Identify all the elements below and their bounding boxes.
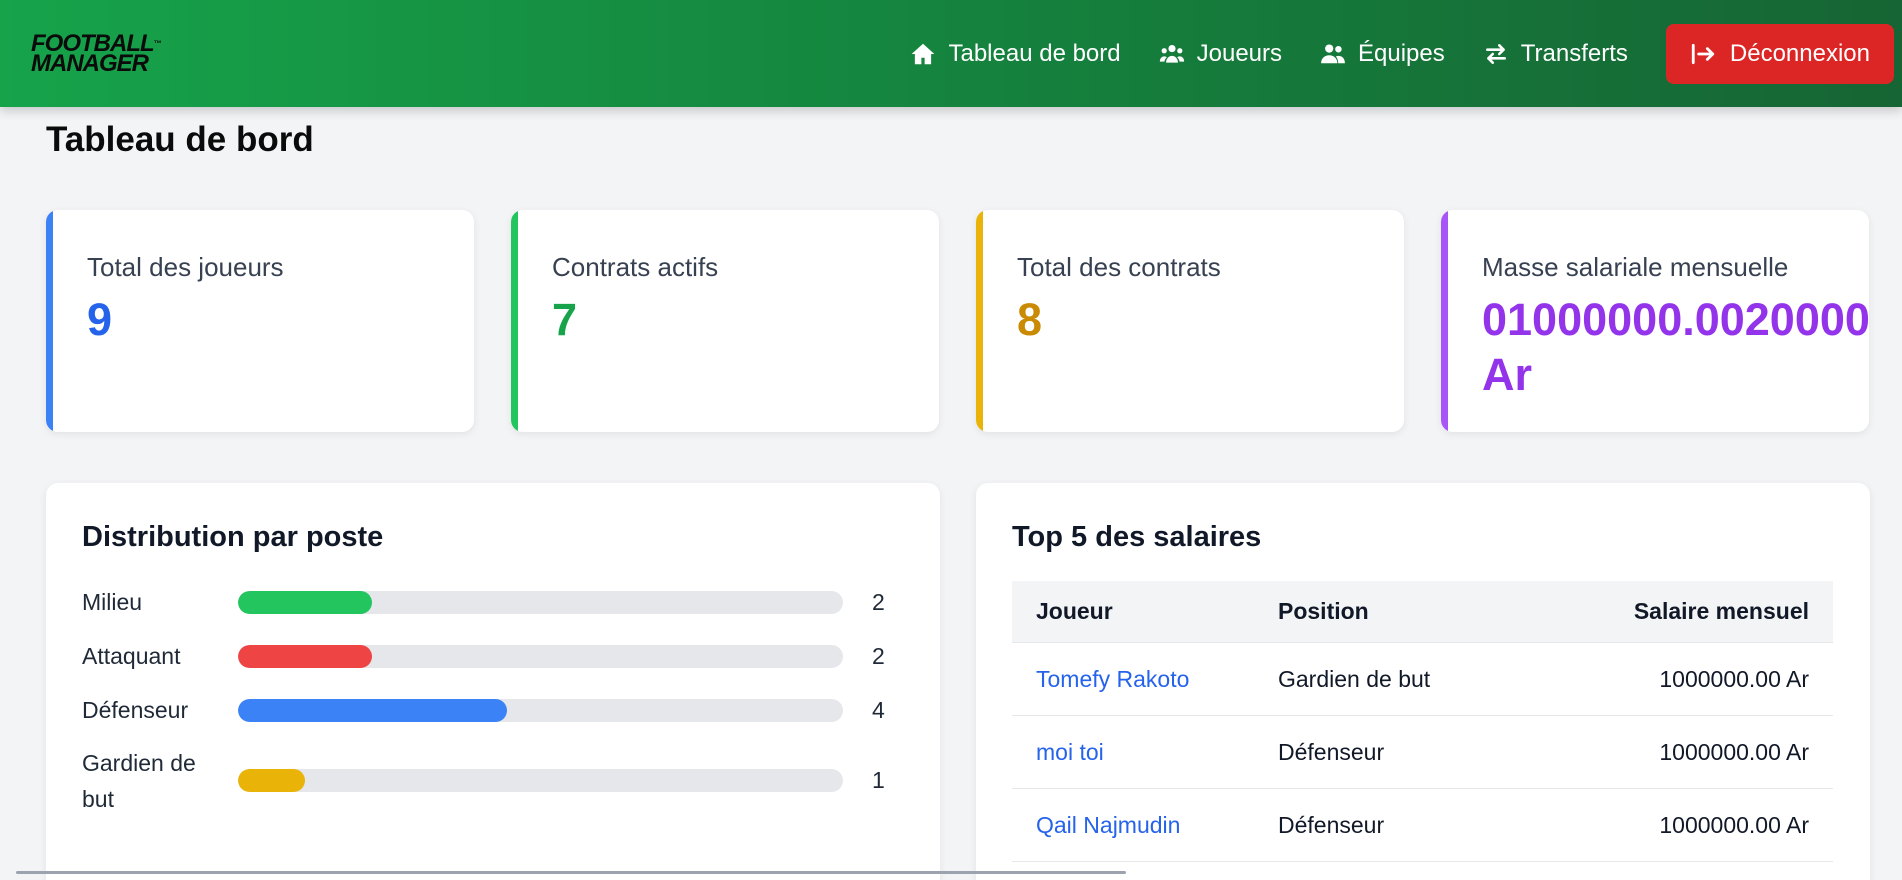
payroll-currency: Ar (1482, 349, 1533, 400)
logo-line-2: MANAGER (31, 50, 149, 77)
horizontal-scrollbar[interactable] (16, 871, 1126, 874)
top-navigation-bar: FOOTBALL™ MANAGER Tableau de bord Joueur… (0, 0, 1902, 107)
table-row: Tomefy Rakoto Gardien de but 1000000.00 … (1012, 643, 1833, 716)
card-accent-bar (46, 210, 53, 432)
payroll-amount: 01000000.00200000 (1482, 294, 1869, 345)
player-salary: 1000000.00 Ar (1659, 665, 1809, 692)
nav-item-teams[interactable]: Équipes (1320, 40, 1445, 68)
top-salaries-panel: Top 5 des salaires Joueur Position Salai… (976, 483, 1870, 880)
stat-label: Contrats actifs (552, 252, 719, 282)
stat-label: Masse salariale mensuelle (1482, 252, 1789, 282)
card-accent-bar (1441, 210, 1448, 432)
player-salary: 1000000.00 Ar (1659, 738, 1809, 765)
card-accent-bar (511, 210, 518, 432)
player-salary: 1000000.00 Ar (1659, 811, 1809, 838)
panel-title: Top 5 des salaires (1012, 521, 1262, 553)
player-link[interactable]: Tomefy Rakoto (1012, 666, 1278, 693)
player-position: Gardien de but (1278, 665, 1431, 692)
position-count: 4 (872, 697, 885, 723)
stat-value: 8 (1017, 294, 1043, 345)
distribution-bar-track (238, 699, 843, 722)
column-header-salary[interactable]: Salaire mensuel (1598, 598, 1833, 625)
position-distribution-panel: Distribution par poste Milieu 2 Attaquan… (46, 483, 940, 880)
card-accent-bar (976, 210, 983, 432)
position-count: 1 (872, 767, 885, 793)
player-position: Défenseur (1278, 738, 1385, 765)
stat-card-monthly-payroll: Masse salariale mensuelle 01000000.00200… (1441, 210, 1869, 432)
column-header-position[interactable]: Position (1278, 598, 1598, 625)
player-link[interactable]: Qail Najmudin (1012, 812, 1278, 839)
position-label: Gardien de but (82, 750, 196, 812)
position-label: Défenseur (82, 697, 189, 723)
table-row: Qail Najmudin Défenseur 1000000.00 Ar (1012, 789, 1833, 862)
position-count: 2 (872, 589, 885, 615)
salaries-table: Joueur Position Salaire mensuel Tomefy R… (1012, 581, 1833, 862)
logout-button[interactable]: Déconnexion (1665, 23, 1894, 84)
table-header: Joueur Position Salaire mensuel (1012, 581, 1833, 643)
stat-value: 01000000.00200000 Ar (1482, 292, 1869, 402)
panel-title: Distribution par poste (82, 521, 384, 553)
distribution-bar-track (238, 591, 843, 614)
users-icon (1159, 44, 1184, 63)
logout-label: Déconnexion (1729, 39, 1870, 67)
nav-item-transfers[interactable]: Transferts (1483, 40, 1628, 68)
nav-item-label: Joueurs (1196, 39, 1283, 67)
nav-item-players[interactable]: Joueurs (1159, 40, 1282, 68)
logout-icon (1691, 43, 1715, 64)
transfer-icon (1485, 43, 1506, 64)
distribution-bar-fill (238, 645, 373, 668)
position-label: Attaquant (82, 643, 181, 669)
nav-item-label: Transferts (1520, 39, 1628, 67)
player-position: Défenseur (1278, 811, 1385, 838)
stat-label: Total des joueurs (87, 252, 284, 282)
distribution-bar-track (238, 769, 843, 792)
stat-label: Total des contrats (1017, 252, 1221, 282)
position-label: Milieu (82, 589, 143, 615)
player-link[interactable]: moi toi (1012, 739, 1278, 766)
home-icon (912, 43, 935, 64)
distribution-bar-fill (238, 591, 373, 614)
stat-value: 9 (87, 294, 113, 345)
position-count: 2 (872, 643, 885, 669)
stat-value: 7 (552, 294, 578, 345)
table-row: moi toi Défenseur 1000000.00 Ar (1012, 716, 1833, 789)
main-nav: Tableau de bord Joueurs Équipes Transfer… (910, 0, 1902, 107)
column-header-player[interactable]: Joueur (1012, 598, 1278, 625)
stat-card-total-players: Total des joueurs 9 (46, 210, 474, 432)
distribution-bar-fill (238, 769, 306, 792)
nav-item-label: Tableau de bord (948, 39, 1121, 67)
nav-item-dashboard[interactable]: Tableau de bord (910, 39, 1121, 68)
page-title: Tableau de bord (46, 120, 314, 159)
football-manager-logo[interactable]: FOOTBALL™ MANAGER (31, 32, 162, 77)
team-icon (1321, 43, 1345, 63)
distribution-bar-track (238, 645, 843, 668)
stat-card-active-contracts: Contrats actifs 7 (511, 210, 939, 432)
nav-item-label: Équipes (1358, 39, 1445, 67)
distribution-bar-fill (238, 699, 507, 722)
stat-card-total-contracts: Total des contrats 8 (976, 210, 1404, 432)
